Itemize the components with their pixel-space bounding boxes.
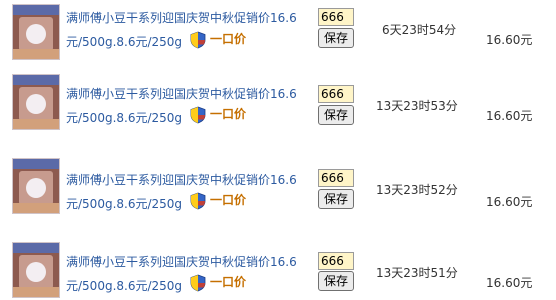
price: 16.60元	[486, 33, 533, 47]
product-title-link[interactable]: 满师傅小豆干系列迎国庆贺中秋促销价16.6 元/500g.8.6元/250g	[66, 82, 300, 130]
time-remaining: 13天23时52分	[376, 183, 458, 197]
price: 16.60元	[486, 109, 533, 123]
list-item: 满师傅小豆干系列迎国庆贺中秋促销价16.6 元/500g.8.6元/250g 一…	[0, 224, 556, 300]
product-title-line2[interactable]: 元/500g.8.6元/250g	[66, 106, 300, 130]
buy-now-label[interactable]: 一口价	[210, 105, 246, 122]
quantity-input[interactable]	[318, 85, 354, 103]
product-title-link[interactable]: 满师傅小豆干系列迎国庆贺中秋促销价16.6 元/500g.8.6元/250g	[66, 6, 300, 54]
product-title-line1[interactable]: 满师傅小豆干系列迎国庆贺中秋促销价16.6	[66, 168, 300, 192]
product-title-line1[interactable]: 满师傅小豆干系列迎国庆贺中秋促销价16.6	[66, 6, 300, 30]
product-thumbnail[interactable]	[12, 74, 60, 130]
product-title-line2[interactable]: 元/500g.8.6元/250g	[66, 30, 300, 54]
save-button[interactable]: 保存	[318, 189, 354, 209]
price: 16.60元	[486, 276, 533, 290]
time-remaining: 6天23时54分	[382, 23, 457, 37]
time-remaining: 13天23时51分	[376, 266, 458, 280]
list-item: 满师傅小豆干系列迎国庆贺中秋促销价16.6 元/500g.8.6元/250g 一…	[0, 64, 556, 140]
buy-now-label[interactable]: 一口价	[210, 191, 246, 208]
buy-now-label[interactable]: 一口价	[210, 30, 246, 47]
buy-now-label[interactable]: 一口价	[210, 273, 246, 290]
product-thumbnail[interactable]	[12, 242, 60, 298]
shield-icon	[190, 274, 206, 292]
product-title-line1[interactable]: 满师傅小豆干系列迎国庆贺中秋促销价16.6	[66, 250, 300, 274]
save-button[interactable]: 保存	[318, 105, 354, 125]
shield-icon	[190, 192, 206, 210]
save-button[interactable]: 保存	[318, 28, 354, 48]
list-item: 满师傅小豆干系列迎国庆贺中秋促销价16.6 元/500g.8.6元/250g 一…	[0, 0, 556, 64]
product-title-link[interactable]: 满师傅小豆干系列迎国庆贺中秋促销价16.6 元/500g.8.6元/250g	[66, 168, 300, 216]
product-thumbnail[interactable]	[12, 4, 60, 60]
price: 16.60元	[486, 195, 533, 209]
save-button[interactable]: 保存	[318, 271, 354, 291]
quantity-input[interactable]	[318, 252, 354, 270]
quantity-input[interactable]	[318, 8, 354, 26]
quantity-input[interactable]	[318, 169, 354, 187]
product-title-link[interactable]: 满师傅小豆干系列迎国庆贺中秋促销价16.6 元/500g.8.6元/250g	[66, 250, 300, 298]
list-item: 满师傅小豆干系列迎国庆贺中秋促销价16.6 元/500g.8.6元/250g 一…	[0, 144, 556, 220]
shield-icon	[190, 31, 206, 49]
product-title-line1[interactable]: 满师傅小豆干系列迎国庆贺中秋促销价16.6	[66, 82, 300, 106]
product-title-line2[interactable]: 元/500g.8.6元/250g	[66, 274, 300, 298]
shield-icon	[190, 106, 206, 124]
time-remaining: 13天23时53分	[376, 99, 458, 113]
product-list: 满师傅小豆干系列迎国庆贺中秋促销价16.6 元/500g.8.6元/250g 一…	[0, 0, 556, 300]
product-thumbnail[interactable]	[12, 158, 60, 214]
product-title-line2[interactable]: 元/500g.8.6元/250g	[66, 192, 300, 216]
